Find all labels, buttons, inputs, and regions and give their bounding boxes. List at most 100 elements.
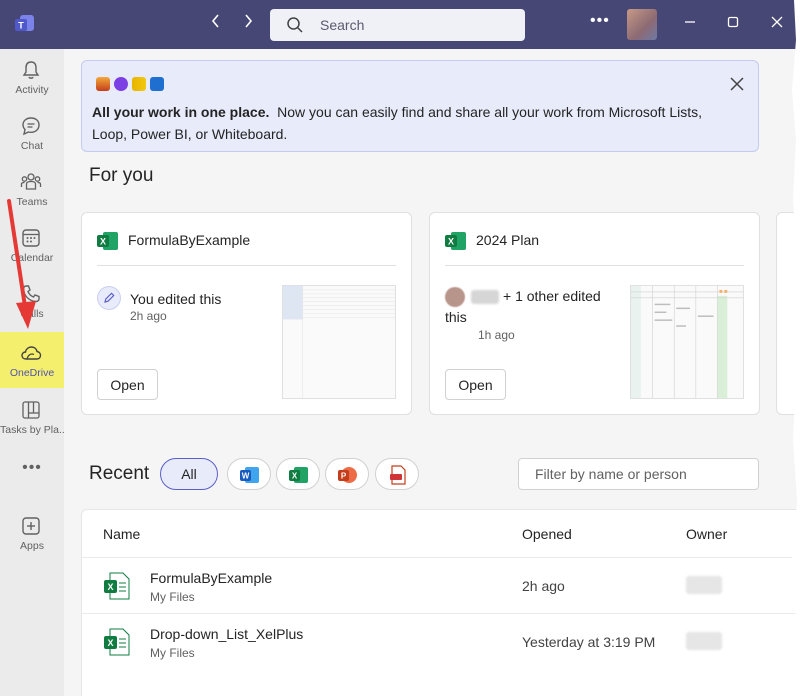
excel-icon: X — [445, 232, 466, 250]
activity-text: You edited this — [130, 291, 222, 307]
filter-pdf-chip[interactable] — [375, 458, 419, 490]
add-app-icon — [22, 517, 40, 535]
excel-file-icon: X — [104, 572, 130, 600]
column-header-name[interactable]: Name — [103, 526, 140, 542]
teams-icon — [20, 173, 42, 190]
open-button[interactable]: Open — [445, 369, 506, 400]
minimize-button[interactable] — [676, 10, 704, 38]
lists-icon — [96, 77, 110, 91]
recent-files-table: Name Opened Owner X FormulaByExample My … — [81, 509, 800, 696]
card-title: 2024 Plan — [476, 232, 540, 248]
rail-label: Tasks by Pla... — [0, 424, 64, 436]
power-bi-icon — [132, 77, 146, 91]
avatar — [445, 287, 465, 308]
column-header-opened[interactable]: Opened — [522, 526, 572, 542]
close-window-button[interactable] — [763, 10, 791, 38]
owner-redacted — [686, 576, 722, 594]
chat-icon — [22, 117, 40, 136]
info-banner: All your work in one place. Now you can … — [81, 60, 759, 152]
chevron-left-icon — [211, 14, 219, 28]
file-card[interactable]: X 2024 Plan + 1 other edited this 1h ago… — [429, 212, 760, 415]
more-options-button[interactable]: ••• — [590, 12, 610, 30]
rail-label: Teams — [16, 196, 48, 208]
rail-item-planner[interactable]: Tasks by Pla... — [0, 389, 64, 445]
svg-text:X: X — [107, 582, 113, 592]
planner-icon — [22, 401, 40, 419]
svg-text:X: X — [107, 638, 113, 648]
maximize-button[interactable] — [719, 10, 747, 38]
owner-redacted — [686, 632, 722, 650]
app-icons — [96, 77, 168, 93]
app-rail: Activity Chat Teams Calendar Calls OneDr… — [0, 49, 64, 696]
excel-file-icon: X — [104, 628, 130, 656]
card-title: FormulaByExample — [128, 232, 251, 248]
teams-logo-icon: T — [15, 15, 34, 31]
filter-excel-chip[interactable]: X — [276, 458, 320, 490]
open-button[interactable]: Open — [97, 369, 158, 400]
word-icon: W — [240, 467, 259, 483]
file-card-peek[interactable] — [776, 212, 800, 415]
pdf-icon — [390, 465, 406, 485]
excel-icon: X — [97, 232, 118, 250]
filter-all-chip[interactable]: All — [160, 458, 218, 490]
divider — [97, 265, 396, 266]
bell-icon — [22, 61, 40, 79]
rail-label: Apps — [20, 540, 44, 552]
recent-heading: Recent — [89, 463, 150, 484]
redacted-name — [471, 290, 499, 305]
file-location: My Files — [150, 590, 195, 604]
file-name[interactable]: Drop-down_List_XelPlus — [150, 626, 303, 642]
rail-label: Calendar — [10, 252, 54, 264]
rail-item-activity[interactable]: Activity — [0, 49, 64, 105]
activity-time: 1h ago — [478, 328, 515, 342]
close-icon[interactable] — [728, 75, 746, 93]
file-location: My Files — [150, 646, 195, 660]
rail-item-teams[interactable]: Teams — [0, 161, 64, 217]
chevron-right-icon — [245, 14, 253, 28]
svg-text:T: T — [18, 21, 24, 31]
column-header-owner[interactable]: Owner — [686, 526, 727, 542]
forward-button[interactable] — [238, 14, 258, 34]
svg-text:X: X — [100, 237, 106, 247]
loop-icon — [114, 77, 128, 91]
title-bar: T Search ••• — [0, 0, 800, 49]
table-row[interactable]: X Drop-down_List_XelPlus My Files Yester… — [82, 613, 800, 669]
rail-more-button[interactable]: ••• — [20, 459, 44, 477]
search-icon — [287, 17, 303, 33]
phone-icon — [22, 285, 40, 303]
maximize-icon — [727, 16, 739, 28]
cloud-icon — [21, 346, 42, 360]
avatar[interactable] — [627, 9, 657, 40]
powerpoint-icon: P — [338, 467, 357, 483]
close-icon — [771, 16, 783, 28]
filter-input[interactable]: Filter by name or person — [518, 458, 759, 490]
minimize-icon — [685, 21, 695, 23]
rail-label: Activity — [15, 84, 49, 96]
activity-text: + 1 other edited this — [445, 288, 601, 326]
rail-item-calls[interactable]: Calls — [0, 273, 64, 329]
rail-item-chat[interactable]: Chat — [0, 105, 64, 161]
table-row[interactable]: X FormulaByExample My Files 2h ago — [82, 557, 800, 613]
banner-title: All your work in one place. — [92, 104, 270, 120]
filter-all-label: All — [181, 466, 197, 482]
rail-item-onedrive[interactable]: OneDrive — [0, 332, 64, 388]
rail-item-calendar[interactable]: Calendar — [0, 217, 64, 273]
whiteboard-icon — [150, 77, 164, 91]
back-button[interactable] — [206, 14, 226, 34]
onedrive-main: All your work in one place. Now you can … — [64, 49, 800, 696]
svg-text:X: X — [292, 472, 298, 481]
filter-powerpoint-chip[interactable]: P — [325, 458, 369, 490]
filter-word-chip[interactable]: W — [227, 458, 271, 490]
file-thumbnail — [282, 285, 396, 399]
search-input[interactable]: Search — [270, 9, 525, 41]
svg-text:P: P — [341, 472, 347, 481]
excel-icon: X — [289, 467, 308, 483]
rail-label: Chat — [20, 140, 44, 152]
file-name[interactable]: FormulaByExample — [150, 570, 272, 586]
calendar-icon — [22, 229, 40, 247]
opened-time: Yesterday at 3:19 PM — [522, 634, 656, 650]
edit-icon — [97, 286, 121, 310]
rail-item-apps[interactable]: Apps — [0, 505, 64, 561]
svg-text:W: W — [242, 472, 250, 481]
file-card[interactable]: X FormulaByExample You edited this 2h ag… — [81, 212, 412, 415]
